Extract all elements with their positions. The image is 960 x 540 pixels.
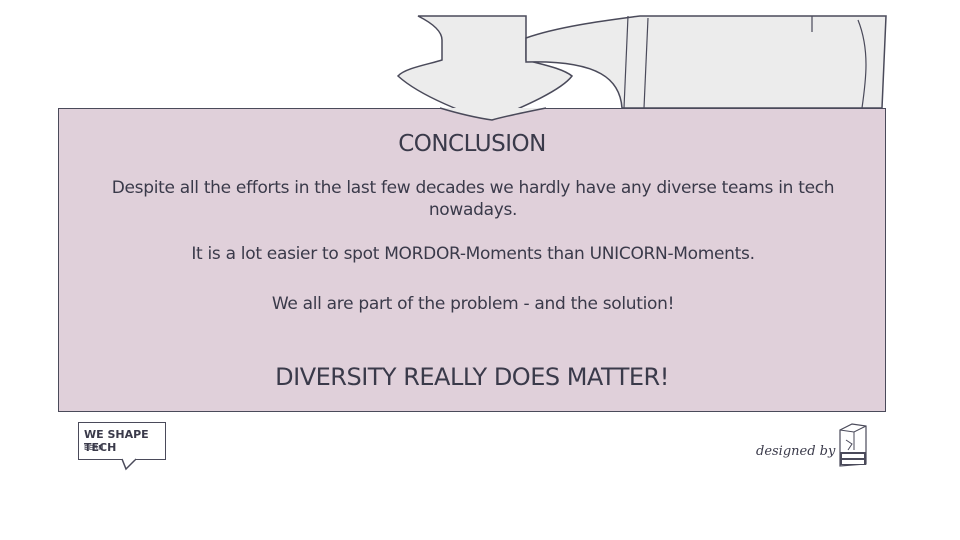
paragraph-3: We all are part of the problem - and the… [271, 294, 675, 314]
break-the-box-logo-icon [839, 423, 867, 467]
paragraph-2: It is a lot easier to spot MORDOR-Moment… [191, 244, 755, 264]
slide-title: CONCLUSION [398, 131, 546, 157]
slide: CONCLUSION Despite all the efforts in th… [0, 0, 960, 540]
conclusion-panel: CONCLUSION Despite all the efforts in th… [58, 108, 886, 412]
sketch-illustration [396, 15, 887, 120]
we-shape-tech-logo: WE SHAPE TECH BERN [78, 422, 168, 471]
credit-text: designed by [756, 444, 836, 459]
paragraph-1: Despite all the efforts in the last few … [111, 178, 835, 220]
closing-headline: DIVERSITY REALLY DOES MATTER! [275, 363, 669, 391]
logo-city: BERN [84, 444, 104, 452]
sleeve-shape [525, 15, 887, 109]
designer-credit: designed by [754, 420, 870, 470]
